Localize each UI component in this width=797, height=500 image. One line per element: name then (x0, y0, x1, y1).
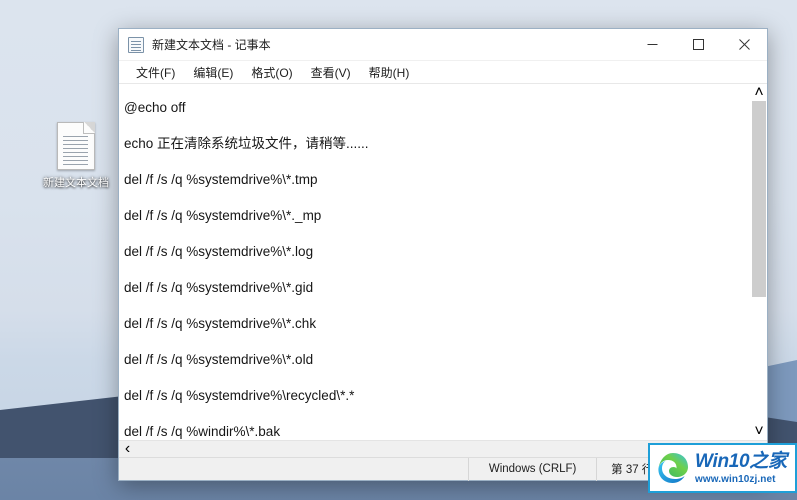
text-line: del /f /s /q %systemdrive%\*.log (124, 244, 314, 259)
editor-area[interactable]: @echo off echo 正在清除系统垃圾文件，请稍等...... del /f… (119, 84, 767, 440)
text-line: del /f /s /q %systemdrive%\*.tmp (124, 172, 318, 187)
desktop[interactable]: 新建文本文档 新建文本文档 - 记事本 文件(F) 编辑(E) 格式(O) 查看… (0, 0, 797, 500)
text-line: echo 正在清除系统垃圾文件，请稍等...... (124, 136, 369, 151)
text-line: del /f /s /q %systemdrive%\*.old (124, 352, 314, 367)
status-line-ending[interactable]: Windows (CRLF) (468, 457, 596, 481)
menu-file[interactable]: 文件(F) (127, 62, 184, 83)
edge-browser-logo (655, 450, 691, 486)
text-document-icon (57, 122, 95, 170)
text-column[interactable]: @echo off echo 正在清除系统垃圾文件，请稍等...... del /f… (119, 84, 750, 440)
site-watermark: Win10之家 www.win10zj.net (648, 443, 797, 493)
text-editor[interactable]: @echo off echo 正在清除系统垃圾文件，请稍等...... del /f… (119, 84, 750, 440)
window-title: 新建文本文档 - 记事本 (152, 38, 271, 52)
menu-format[interactable]: 格式(O) (242, 62, 301, 83)
notepad-icon (128, 36, 144, 53)
text-line: del /f /s /q %systemdrive%\recycled\*.* (124, 388, 355, 403)
text-line: del /f /s /q %systemdrive%\*.gid (124, 280, 314, 295)
minimize-button[interactable] (629, 29, 675, 61)
text-line: @echo off (124, 100, 186, 115)
scroll-up-arrow-icon[interactable]: ˄ (751, 84, 767, 101)
watermark-text: Win10之家 www.win10zj.net (695, 452, 787, 485)
desktop-icon-label: 新建文本文档 (43, 177, 109, 189)
close-button[interactable] (721, 29, 767, 61)
text-line: del /f /s /q %windir%\*.bak (124, 424, 281, 439)
vertical-scrollbar[interactable]: ˄ ˅ (750, 84, 767, 440)
menu-edit[interactable]: 编辑(E) (184, 62, 242, 83)
scroll-left-arrow-icon[interactable]: ‹ (119, 440, 136, 457)
watermark-url: www.win10zj.net (695, 473, 776, 485)
desktop-icon-new-text-document[interactable]: 新建文本文档 (36, 122, 116, 190)
title-bar[interactable]: 新建文本文档 - 记事本 (119, 29, 767, 61)
menu-help[interactable]: 帮助(H) (360, 62, 419, 83)
text-line: del /f /s /q %systemdrive%\*._mp (124, 208, 322, 223)
maximize-button[interactable] (675, 29, 721, 61)
menu-view[interactable]: 查看(V) (302, 62, 360, 83)
scroll-down-arrow-icon[interactable]: ˅ (751, 423, 767, 440)
watermark-brand: Win10之家 (695, 450, 787, 472)
notepad-window[interactable]: 新建文本文档 - 记事本 文件(F) 编辑(E) 格式(O) 查看(V) 帮助(… (118, 28, 768, 481)
vertical-scroll-track[interactable] (751, 101, 767, 423)
text-line: del /f /s /q %systemdrive%\*.chk (124, 316, 317, 331)
menu-bar[interactable]: 文件(F) 编辑(E) 格式(O) 查看(V) 帮助(H) (119, 61, 767, 84)
vertical-scroll-thumb[interactable] (752, 101, 766, 298)
